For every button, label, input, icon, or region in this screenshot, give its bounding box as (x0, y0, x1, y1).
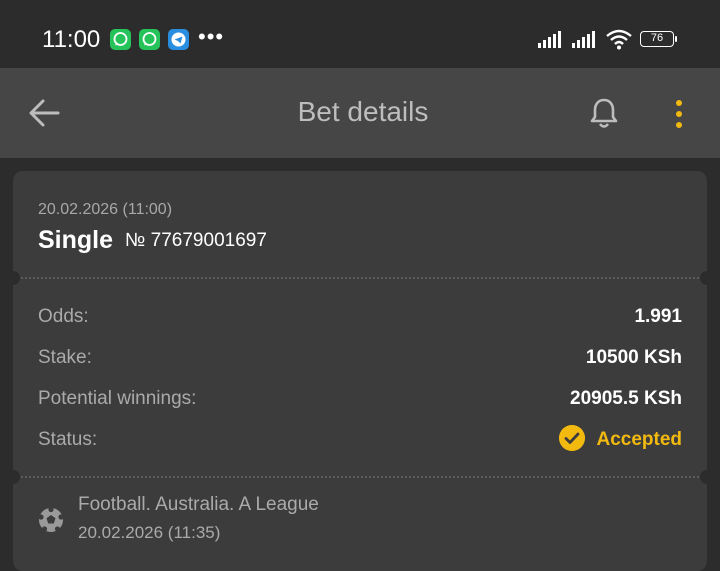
more-vert-icon[interactable] (676, 100, 684, 133)
status-badge: Accepted (596, 429, 682, 450)
stake-value: 10500 KSh (585, 347, 682, 368)
ticket-notch (6, 271, 20, 285)
divider (21, 476, 699, 478)
bet-number: № 77679001697 (125, 230, 267, 251)
divider (21, 277, 699, 279)
odds-label: Odds: (38, 306, 89, 327)
bet-card: 20.02.2026 (11:00) Single № 77679001697 … (6, 171, 714, 571)
ticket-notch (700, 470, 714, 484)
more-notifications: ••• (198, 24, 225, 49)
event-title[interactable]: Football. Australia. A League (78, 494, 319, 516)
winnings-label: Potential winnings: (38, 388, 197, 409)
odds-value: 1.991 (634, 306, 682, 327)
status-bar: 11:00 ••• 76 (0, 0, 720, 68)
event-date: 20.02.2026 (11:35) (78, 523, 221, 542)
signal-icon (538, 31, 561, 48)
whatsapp-icon (110, 29, 131, 50)
signal-icon (572, 31, 595, 48)
bet-date: 20.02.2026 (11:00) (38, 201, 173, 218)
status-time: 11:00 (42, 26, 101, 53)
app-bar: Bet details (0, 68, 720, 158)
telegram-icon (168, 29, 189, 50)
ticket-notch (700, 271, 714, 285)
bet-type: Single (38, 226, 114, 254)
wifi-icon (606, 29, 632, 50)
status-label: Status: (38, 429, 98, 450)
check-circle-icon (559, 425, 585, 451)
winnings-value: 20905.5 KSh (570, 388, 682, 409)
whatsapp-icon (139, 29, 160, 50)
ticket-notch (6, 470, 20, 484)
bell-icon[interactable] (588, 96, 620, 130)
battery-icon: 76 (640, 31, 677, 47)
stake-label: Stake: (38, 347, 92, 368)
football-icon (38, 507, 64, 532)
